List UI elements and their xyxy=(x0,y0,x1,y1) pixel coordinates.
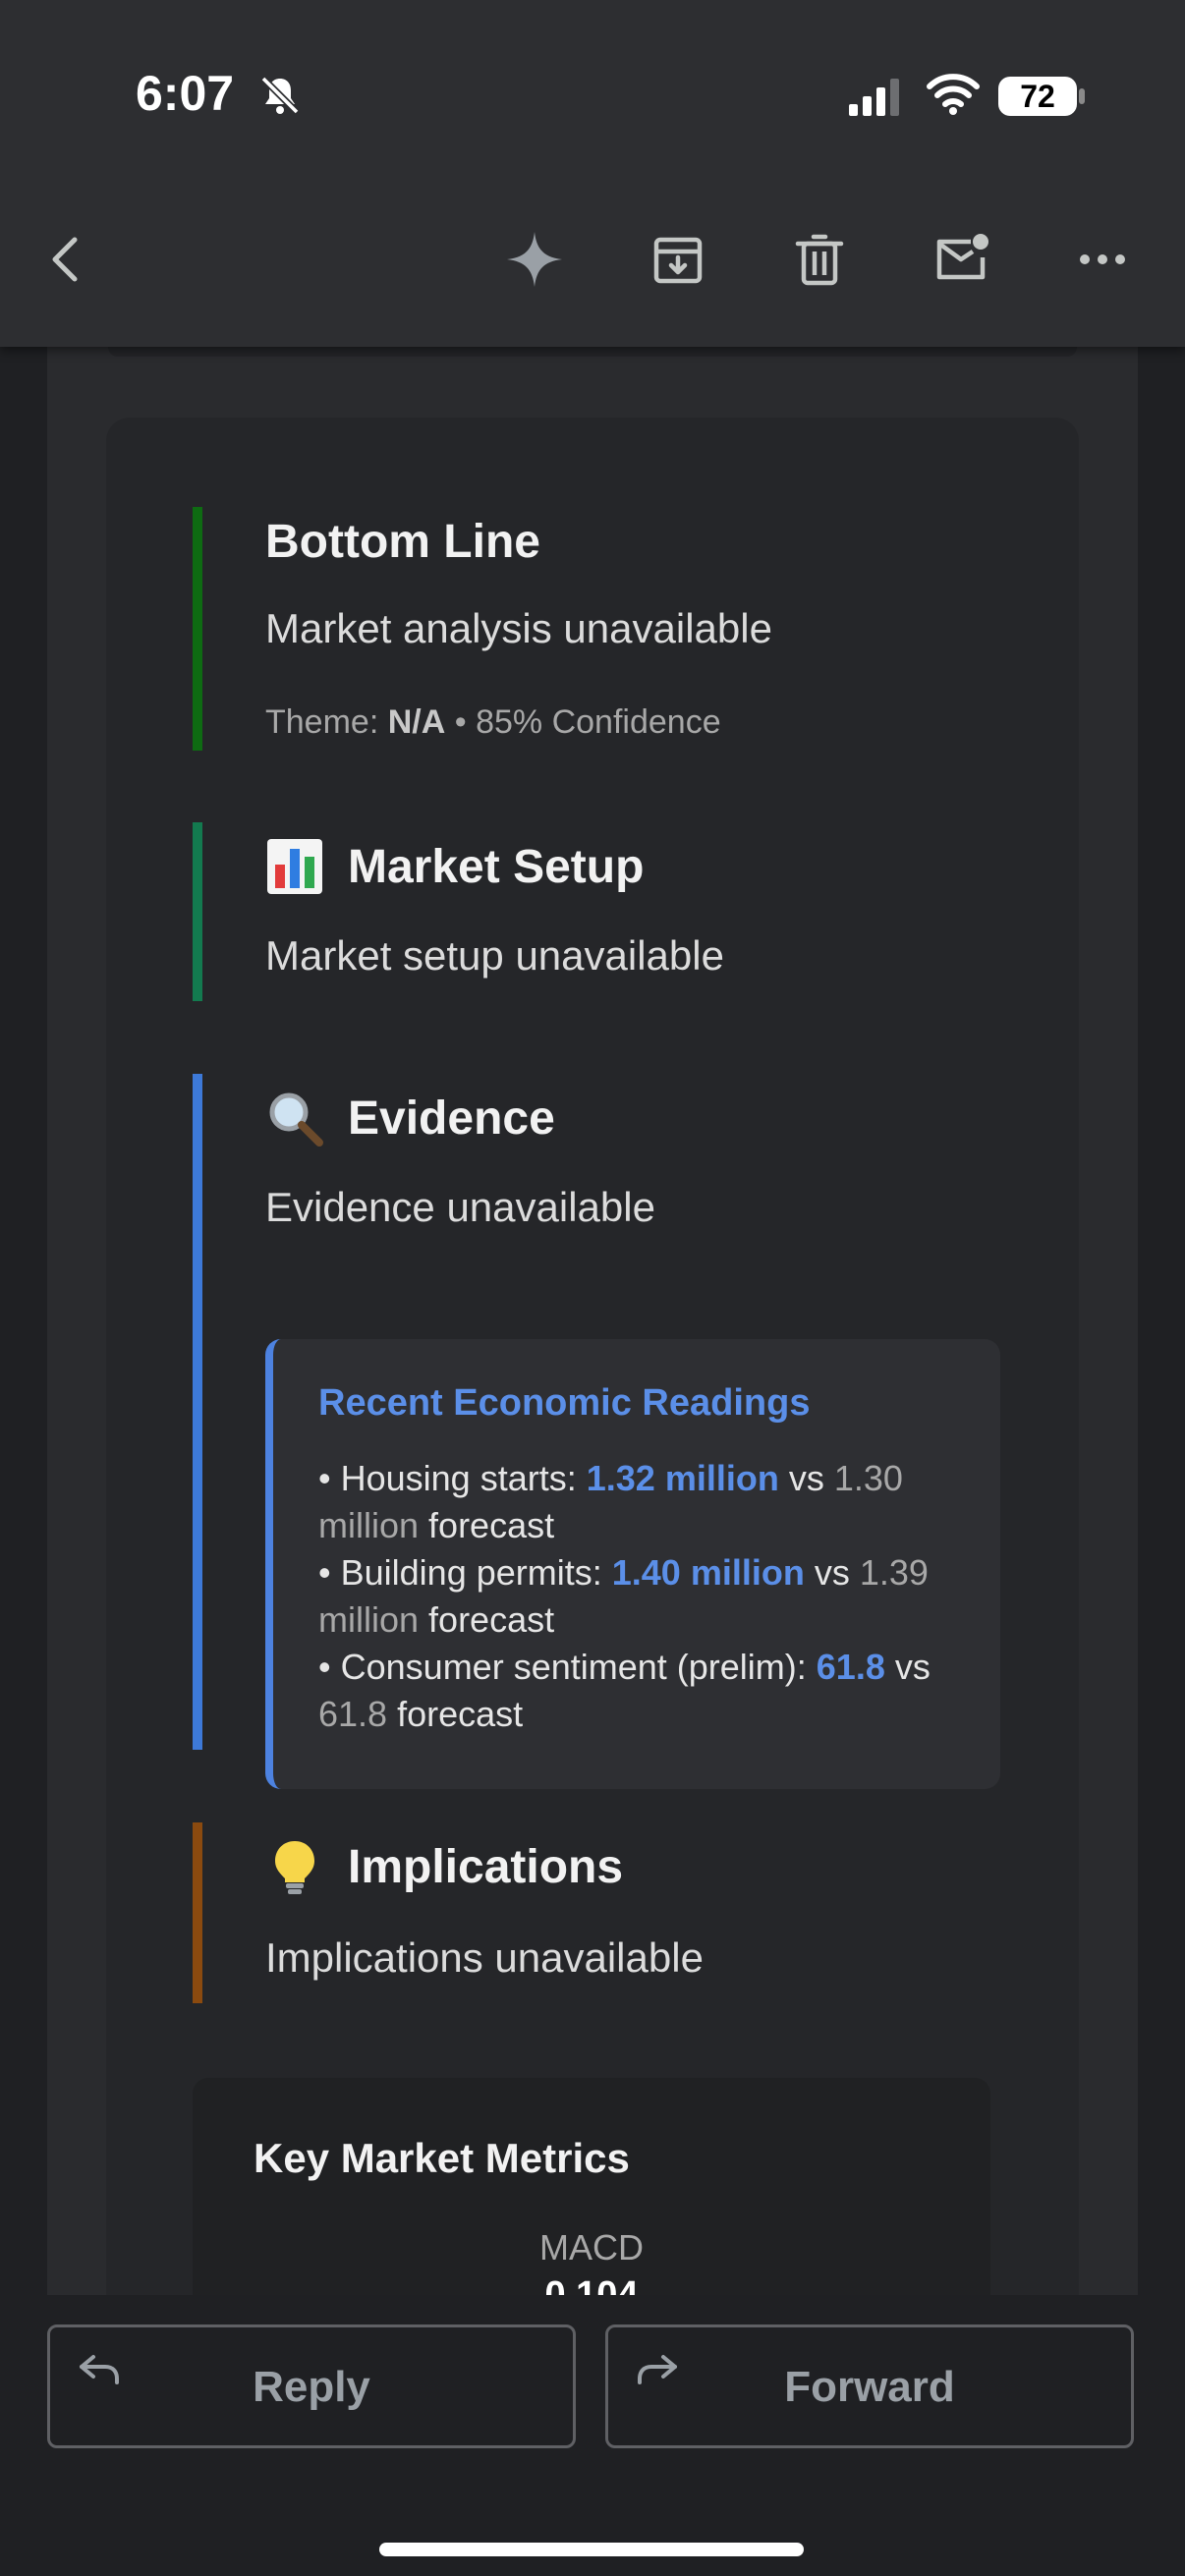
readings-list: • Housing starts: 1.32 million vs 1.30 m… xyxy=(318,1455,967,1738)
bottom-action-bar: Reply Forward xyxy=(0,2295,1185,2576)
archive-icon[interactable] xyxy=(647,228,709,291)
reading-suffix: forecast xyxy=(397,1694,524,1734)
readings-title: Recent Economic Readings xyxy=(318,1382,811,1424)
implications-accent-bar xyxy=(193,1822,202,2003)
reading-bullet: • xyxy=(318,1458,331,1498)
reading-item: • Housing starts: 1.32 million vs 1.30 m… xyxy=(318,1455,967,1549)
confidence-value: 85% Confidence xyxy=(476,703,721,741)
theme-value: N/A xyxy=(387,703,446,741)
reply-button[interactable]: Reply xyxy=(47,2324,576,2448)
reading-bullet: • xyxy=(318,1647,331,1687)
more-options-icon[interactable] xyxy=(1071,228,1134,291)
reading-actual: 61.8 xyxy=(816,1647,885,1687)
reading-item: • Building permits: 1.40 million vs 1.39… xyxy=(318,1549,967,1644)
market-setup-accent-bar xyxy=(193,822,202,1001)
evidence-section: Evidence Evidence unavailable Recent Eco… xyxy=(193,1074,1018,1789)
bottom-line-section: Bottom Line Market analysis unavailable … xyxy=(193,507,1018,751)
email-body: Bottom Line Market analysis unavailable … xyxy=(0,347,1185,2295)
silent-bell-icon xyxy=(260,76,300,115)
forward-label: Forward xyxy=(784,2363,955,2411)
key-metrics-panel: Key Market Metrics MACD 0.104 xyxy=(193,2078,990,2295)
back-arrow-icon[interactable] xyxy=(35,228,98,291)
metric-label: MACD xyxy=(539,2227,644,2268)
implications-text: Implications unavailable xyxy=(265,1934,704,1981)
reading-item: • Consumer sentiment (prelim): 61.8 vs 6… xyxy=(318,1644,967,1738)
previous-card-edge xyxy=(108,347,1077,357)
evidence-text: Evidence unavailable xyxy=(265,1184,655,1230)
reading-label: Consumer sentiment (prelim): xyxy=(340,1647,807,1687)
reading-vs: vs xyxy=(814,1552,850,1593)
bottom-line-accent-bar xyxy=(193,507,202,751)
battery-indicator: 72 xyxy=(998,77,1077,116)
reading-label: Building permits: xyxy=(340,1552,602,1593)
reading-label: Housing starts: xyxy=(340,1458,577,1498)
key-metrics-title: Key Market Metrics xyxy=(254,2135,630,2181)
home-indicator[interactable] xyxy=(379,2543,804,2556)
battery-nub xyxy=(1079,88,1085,104)
reading-vs: vs xyxy=(894,1647,931,1687)
reply-label: Reply xyxy=(253,2363,370,2411)
metric-value: 0.104 xyxy=(544,2274,639,2295)
evidence-title: Evidence xyxy=(348,1092,555,1145)
bottom-line-meta: Theme: N/A • 85% Confidence xyxy=(265,703,721,742)
reading-bullet: • xyxy=(318,1552,331,1593)
implications-section: Implications Implications unavailable xyxy=(193,1822,1018,2003)
status-time: 6:07 xyxy=(136,66,235,121)
bottom-line-text: Market analysis unavailable xyxy=(265,605,772,651)
top-bar: 6:07 72 xyxy=(0,0,1185,347)
theme-label: Theme: xyxy=(265,703,379,741)
mark-unread-icon[interactable] xyxy=(930,228,992,291)
market-setup-text: Market setup unavailable xyxy=(265,932,724,979)
cellular-signal-icon xyxy=(849,79,899,116)
reading-actual: 1.40 million xyxy=(611,1552,805,1593)
reading-suffix: forecast xyxy=(428,1599,555,1640)
economic-readings-box: Recent Economic Readings • Housing start… xyxy=(265,1339,1000,1789)
evidence-accent-bar xyxy=(193,1074,202,1750)
bar-chart-icon xyxy=(267,839,322,894)
market-setup-heading: Market Setup xyxy=(265,832,644,901)
trash-icon[interactable] xyxy=(788,228,851,291)
implications-heading: Implications xyxy=(265,1832,623,1901)
lightbulb-icon xyxy=(275,1841,314,1894)
forward-button[interactable]: Forward xyxy=(605,2324,1134,2448)
meta-separator: • xyxy=(454,703,467,741)
sparkle-icon[interactable] xyxy=(503,228,566,291)
bottom-line-heading: Bottom Line xyxy=(265,515,540,568)
reading-vs: vs xyxy=(788,1458,824,1498)
implications-title: Implications xyxy=(348,1840,624,1893)
magnifier-icon xyxy=(269,1092,323,1147)
reading-actual: 1.32 million xyxy=(586,1458,779,1498)
market-setup-title: Market Setup xyxy=(348,840,645,893)
wifi-icon xyxy=(927,74,980,115)
reading-suffix: forecast xyxy=(428,1505,555,1545)
market-setup-section: Market Setup Market setup unavailable xyxy=(193,822,1018,1001)
reading-forecast: 61.8 xyxy=(318,1694,388,1734)
evidence-heading: Evidence xyxy=(265,1084,555,1152)
